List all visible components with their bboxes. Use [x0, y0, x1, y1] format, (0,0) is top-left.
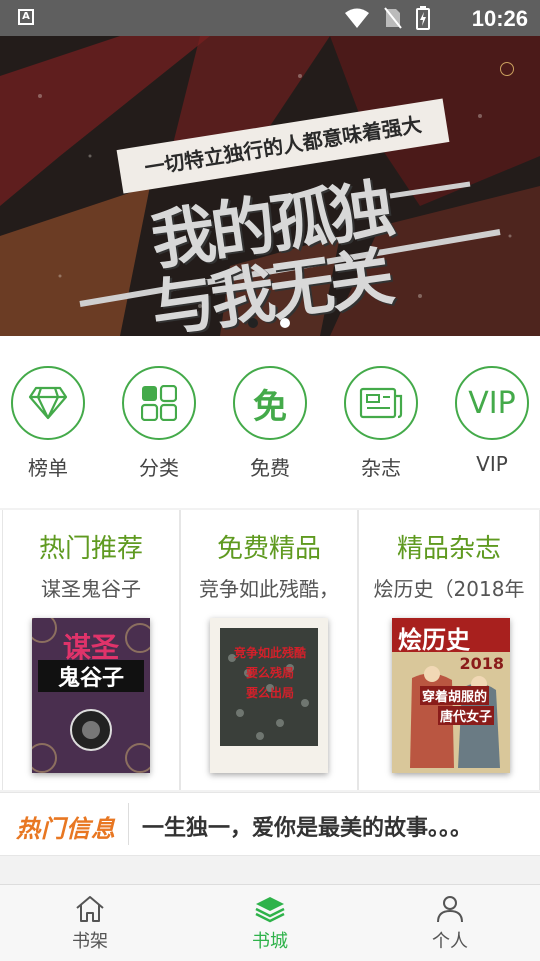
quick-item-label: 分类 — [139, 456, 179, 480]
vip-icon: VIP — [455, 366, 529, 440]
cover-year: 2018 — [459, 654, 504, 673]
status-bar: A 10:26 — [0, 0, 540, 36]
tab-label: 书架 — [72, 931, 108, 952]
tab-profile[interactable]: 个人 — [390, 895, 510, 953]
cover-title-2: 鬼谷子 — [38, 660, 144, 692]
diamond-icon — [11, 366, 85, 440]
carousel-dot-2[interactable] — [280, 318, 290, 328]
tab-label: 个人 — [432, 931, 468, 952]
grid-icon — [122, 366, 196, 440]
card-free-premium[interactable]: 免费精品 竞争如此残酷， 竞争如此残酷 要么残局 要么出局 — [180, 510, 358, 790]
card-title: 免费精品 — [216, 534, 321, 564]
no-sim-icon — [384, 7, 402, 29]
cover-headline-2: 要么残局 — [245, 666, 294, 680]
cover-headline-2: 唐代女子 — [438, 706, 495, 725]
quick-item-category[interactable]: 分类 — [109, 366, 209, 481]
battery-icon — [416, 6, 430, 30]
book-cover[interactable]: 谋圣 鬼谷子 — [32, 618, 150, 773]
free-icon: 免 — [233, 366, 307, 440]
quick-item-label: VIP — [476, 452, 508, 476]
status-icons — [344, 6, 430, 30]
quick-item-magazine[interactable]: 杂志 — [331, 366, 431, 481]
person-icon — [437, 896, 463, 923]
card-hot-recommend[interactable]: 热门推荐 谋圣鬼谷子 谋圣 鬼谷子 — [2, 510, 180, 790]
quick-menu: 榜单 分类 免 免费 杂志 VIP VIP — [0, 336, 540, 508]
layers-icon — [255, 897, 285, 923]
hot-info-logo: 热门信息 — [16, 815, 116, 843]
hot-info-text[interactable]: 一生独一，爱你是最美的故事。。。 — [142, 810, 472, 842]
card-title: 热门推荐 — [38, 534, 143, 564]
card-premium-magazine[interactable]: 精品杂志 烩历史（2018年 烩历史 2018 穿着胡服的 唐代女子 — [358, 510, 540, 790]
cover-magazine-title: 烩历史 — [398, 626, 470, 654]
hot-info-bar[interactable]: 热门信息 一生独一，爱你是最美的故事。。。 — [0, 792, 540, 856]
carousel-dot-1[interactable] — [248, 318, 258, 328]
quick-item-label: 杂志 — [361, 456, 401, 480]
cover-headline-3: 要么出局 — [245, 686, 294, 700]
book-cover[interactable]: 烩历史 2018 穿着胡服的 唐代女子 — [392, 618, 510, 773]
quick-item-label: 榜单 — [28, 456, 68, 480]
cover-headline-1: 穿着胡服的 — [420, 686, 490, 705]
home-icon — [76, 896, 104, 922]
card-subtitle: 谋圣鬼谷子 — [41, 577, 141, 601]
card-title: 精品杂志 — [396, 534, 501, 564]
banner-carousel[interactable]: 一切特立独行的人都意味着强大 我的孤独 与我无关 — [0, 36, 540, 336]
bottom-tab-bar: 书架 书城 个人 — [0, 884, 540, 961]
search-icon[interactable] — [500, 62, 514, 76]
carousel-indicator — [248, 318, 290, 328]
quick-item-ranking[interactable]: 榜单 — [0, 366, 98, 481]
book-cover[interactable]: 竞争如此残酷 要么残局 要么出局 — [210, 618, 328, 773]
status-time: 10:26 — [471, 6, 528, 31]
tab-bookstore[interactable]: 书城 — [210, 895, 330, 953]
tab-label: 书城 — [252, 931, 288, 952]
tab-bookshelf[interactable]: 书架 — [30, 895, 150, 953]
divider — [128, 803, 129, 845]
a-icon: A — [18, 9, 34, 25]
card-subtitle: 竞争如此残酷， — [199, 577, 339, 601]
card-subtitle: 烩历史（2018年 — [373, 577, 525, 601]
cover-headline-1: 竞争如此残酷 — [233, 646, 306, 660]
wifi-icon — [345, 8, 369, 28]
feature-cards: 热门推荐 谋圣鬼谷子 谋圣 鬼谷子 免费精品 竞争如此残酷， 竞争如此残酷 要么… — [0, 510, 540, 790]
quick-item-vip[interactable]: VIP VIP — [442, 366, 540, 476]
quick-item-free[interactable]: 免 免费 — [220, 366, 320, 481]
quick-item-label: 免费 — [250, 456, 290, 480]
magazine-icon — [344, 366, 418, 440]
